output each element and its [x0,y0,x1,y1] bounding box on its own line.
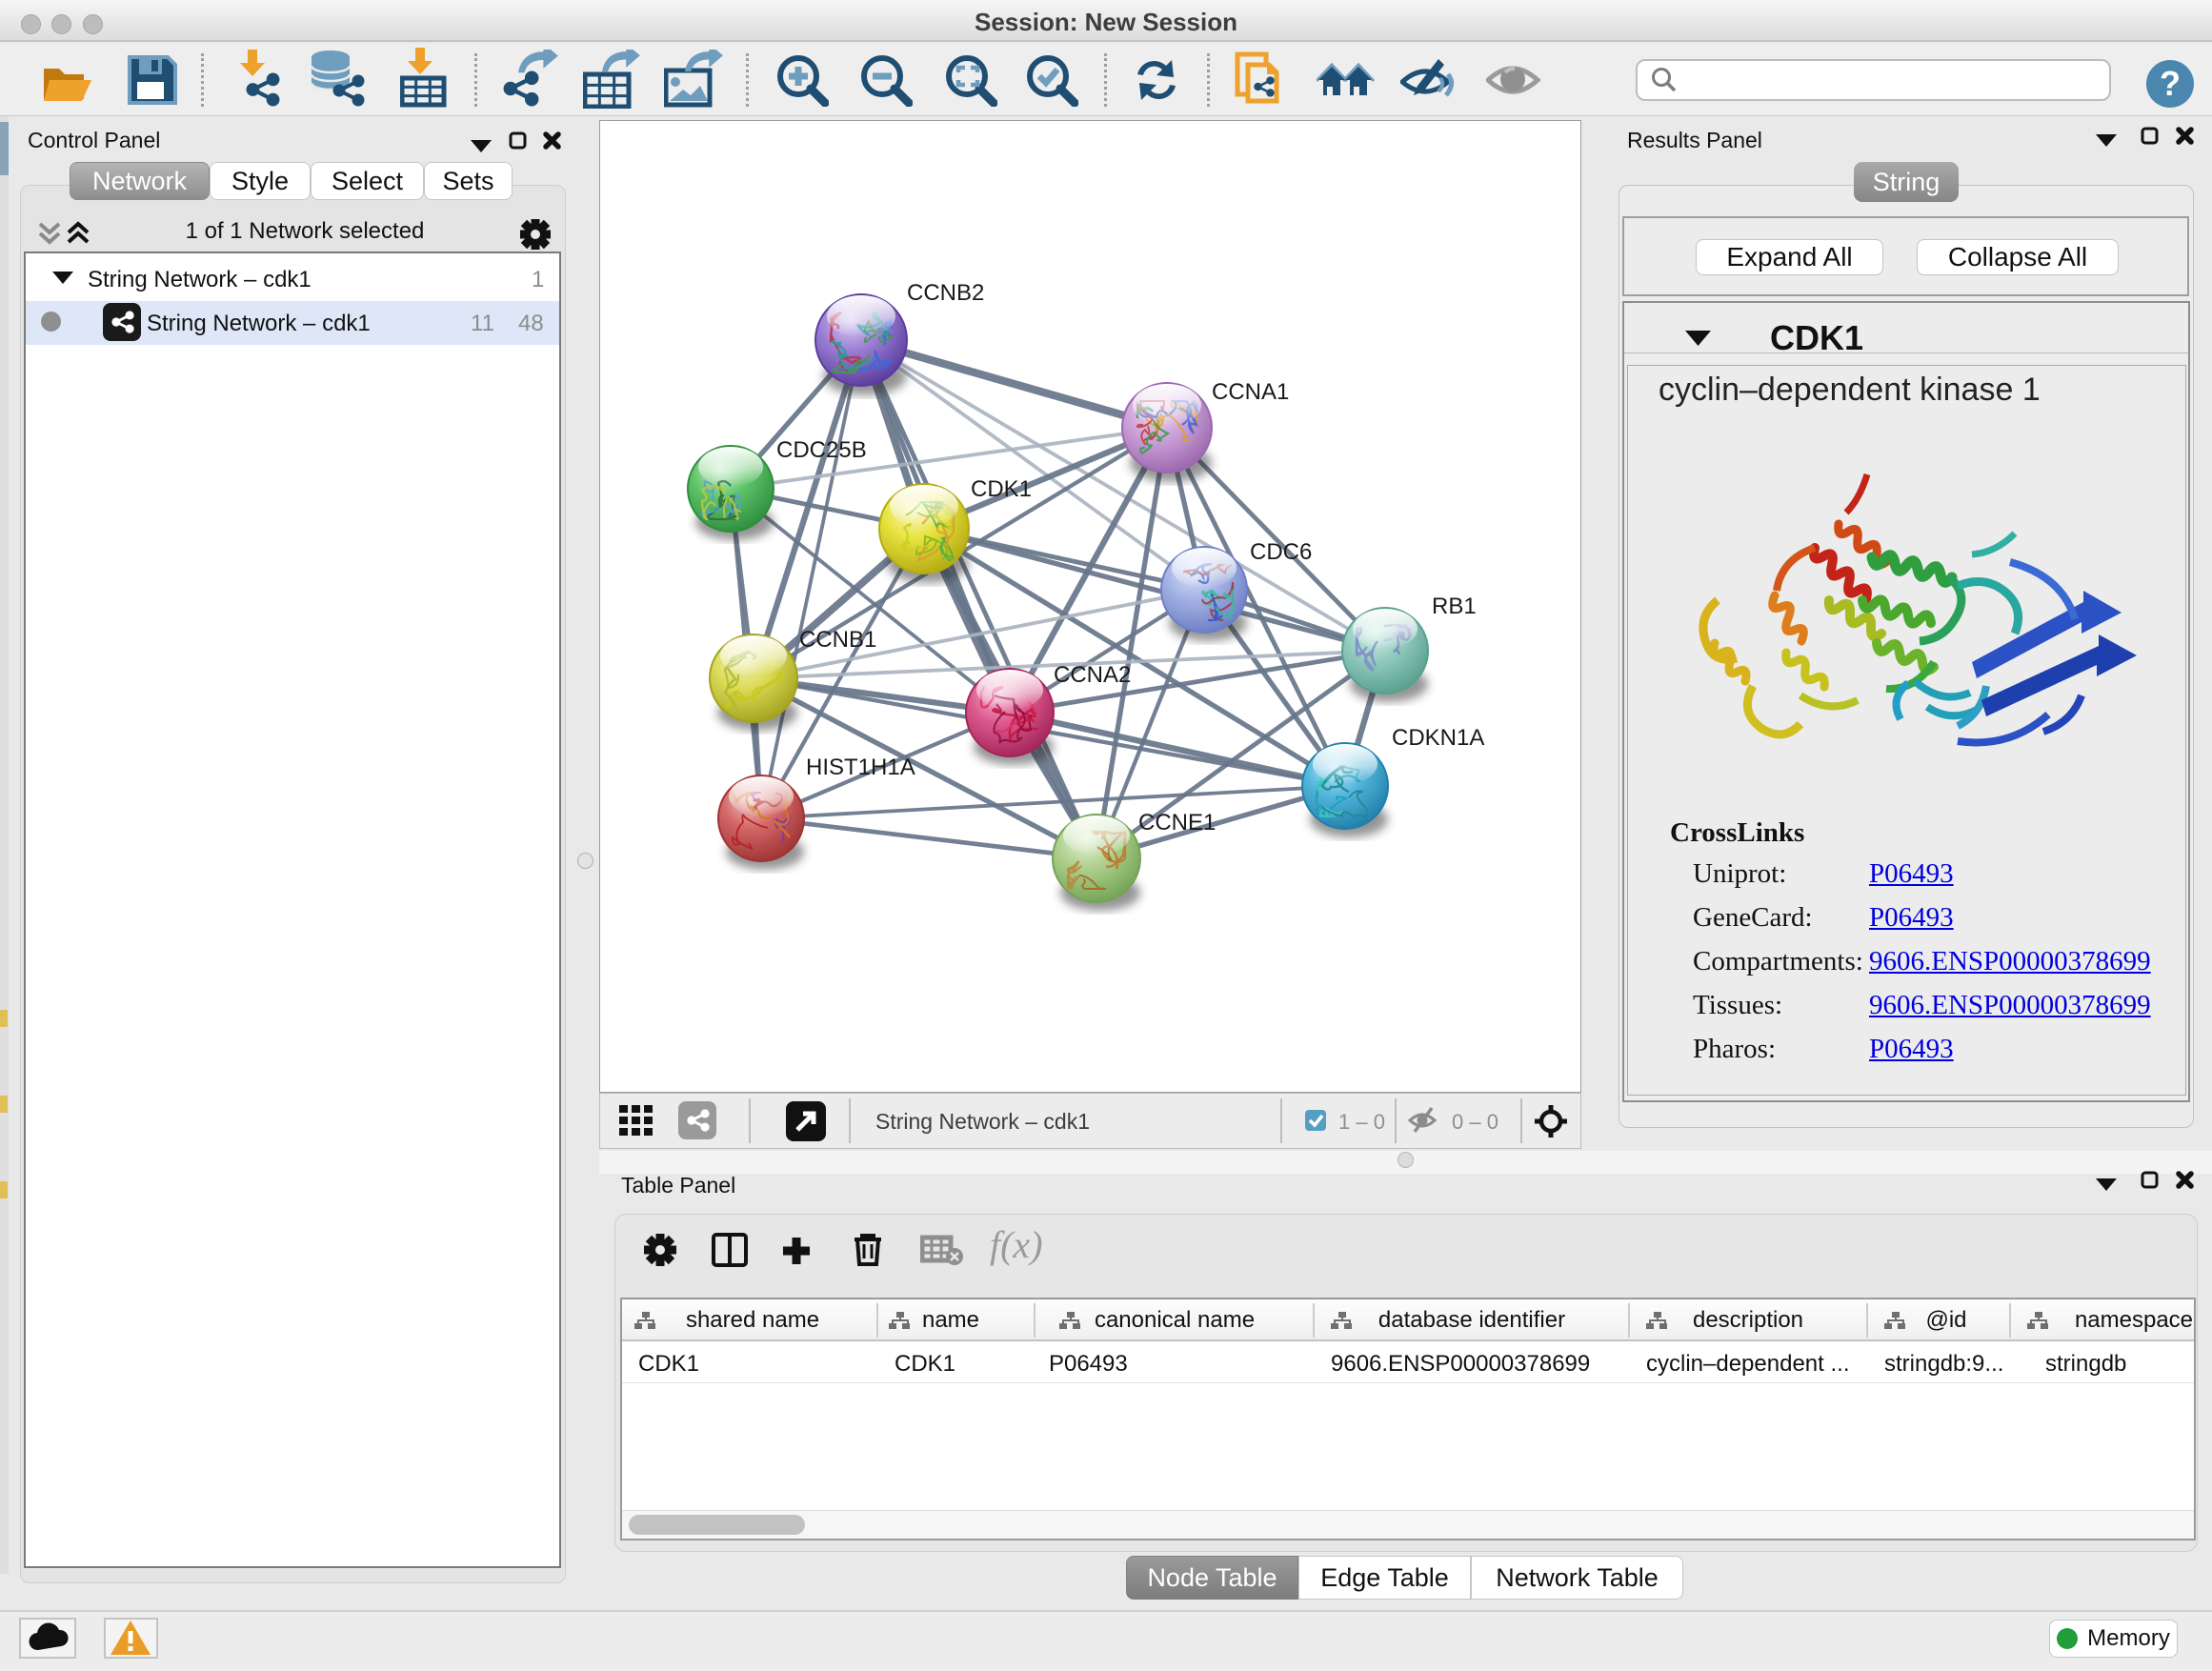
svg-text:CDC25B: CDC25B [776,437,867,463]
svg-text:HIST1H1A: HIST1H1A [806,755,915,780]
svg-text:CCNB1: CCNB1 [799,627,876,653]
svg-text:CDC6: CDC6 [1250,539,1312,565]
svg-text:CCNB2: CCNB2 [907,280,984,306]
svg-text:?: ? [2160,64,2181,103]
svg-text:CDKN1A: CDKN1A [1392,725,1484,751]
svg-text:RB1: RB1 [1432,594,1477,619]
svg-text:CCNE1: CCNE1 [1138,810,1216,836]
svg-text:CCNA1: CCNA1 [1212,379,1289,405]
svg-text:CDK1: CDK1 [971,476,1032,502]
svg-text:CCNA2: CCNA2 [1054,662,1131,688]
